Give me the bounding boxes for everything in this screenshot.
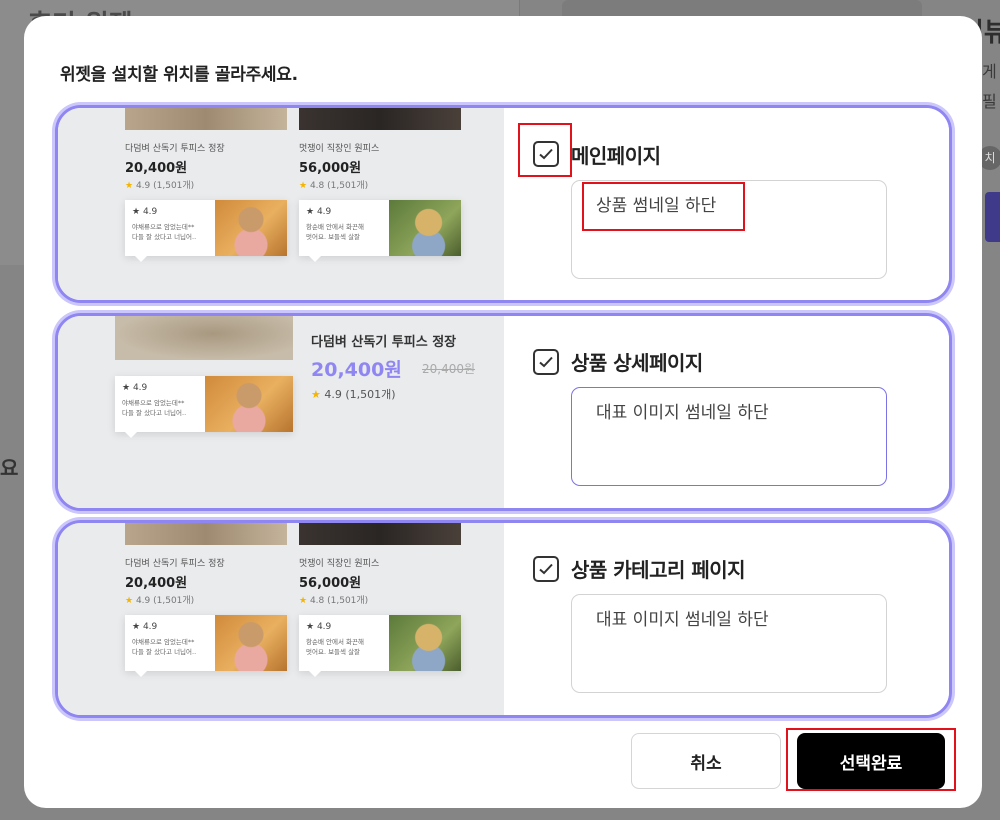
option-product-detail-page[interactable]: 다덤벼 산독기 투피스 정장 20,400원 20,400원 ★ 4.9 (1,… — [55, 313, 952, 511]
review-photo — [215, 615, 287, 671]
product-name: 다덤벼 산독기 투피스 정장 — [311, 335, 457, 350]
review-card: ★ 4.9 항순배 안에서 화끈해 멋어요. 보들섹 살잘 — [299, 615, 461, 677]
review-text-line: 다들 잘 샀다고 너닙어.. — [132, 233, 197, 241]
review-text-line: 야채류으로 암었는데** — [122, 399, 185, 407]
category-page-position-input[interactable]: 대표 이미지 썸네일 하단 — [571, 594, 887, 693]
review-photo — [215, 200, 287, 256]
review-text-line: 다들 잘 샀다고 너닙어.. — [122, 409, 187, 417]
category-page-label: 상품 카테고리 페이지 — [571, 558, 746, 582]
product-rating: ★ 4.9 (1,501개) — [125, 181, 195, 191]
review-score: ★ 4.9 — [132, 207, 158, 217]
review-score: ★ 4.9 — [122, 383, 148, 393]
product-rating: ★ 4.9 (1,501개) — [125, 596, 195, 606]
review-text-line: 야채류으로 암었는데** — [132, 638, 195, 646]
main-page-settings: 메인페이지 상품 썸네일 하단 — [504, 108, 949, 300]
detail-page-checkbox[interactable] — [533, 349, 559, 375]
review-card: ★ 4.9 야채류으로 암었는데** 다들 잘 샀다고 너닙어.. — [125, 615, 287, 677]
review-text-line: 멋어요. 보들섹 살잘 — [306, 648, 361, 656]
product-rating: ★ 4.9 (1,501개) — [311, 388, 396, 401]
review-card: ★ 4.9 야채류으로 암었는데** 다들 잘 샀다고 너닙어.. — [125, 200, 287, 262]
cancel-button[interactable]: 취소 — [631, 733, 781, 789]
main-page-label: 메인페이지 — [571, 144, 661, 168]
background-right-text-2: 필 — [982, 92, 997, 111]
product-image — [299, 523, 461, 545]
product-price: 20,400원 — [125, 161, 188, 176]
review-score: ★ 4.9 — [132, 622, 158, 632]
review-text-line: 항순배 안에서 화끈해 — [306, 638, 364, 646]
category-page-checkbox[interactable] — [533, 556, 559, 582]
category-page-preview: 다덤벼 산독기 투피스 정장 20,400원 ★ 4.9 (1,501개) 멋쟁… — [58, 523, 504, 715]
main-page-position-input[interactable]: 상품 썸네일 하단 — [571, 180, 887, 279]
check-icon — [539, 563, 553, 575]
option-main-page[interactable]: 다덤벼 산독기 투피스 정장 20,400원 ★ 4.9 (1,501개) 멋쟁… — [55, 105, 952, 303]
product-image — [115, 316, 293, 360]
product-rating: ★ 4.8 (1,501개) — [299, 181, 369, 191]
product-price: 56,000원 — [299, 161, 362, 176]
review-photo — [389, 200, 461, 256]
detail-page-settings: 상품 상세페이지 대표 이미지 썸네일 하단 — [504, 316, 949, 508]
review-photo — [389, 615, 461, 671]
background-left-text: 요 — [0, 456, 19, 480]
product-name: 멋쟁이 직장인 원피스 — [299, 559, 380, 569]
product-image — [299, 108, 461, 130]
product-rating: ★ 4.8 (1,501개) — [299, 596, 369, 606]
product-image — [125, 108, 287, 130]
review-card: ★ 4.9 야채류으로 암었는데** 다들 잘 샀다고 너닙어.. — [115, 376, 293, 438]
review-text-line: 멋어요. 보들섹 살잘 — [306, 233, 361, 241]
check-icon — [539, 356, 553, 368]
product-name: 멋쟁이 직장인 원피스 — [299, 144, 380, 154]
category-page-settings: 상품 카테고리 페이지 대표 이미지 썸네일 하단 — [504, 523, 949, 715]
detail-page-preview: 다덤벼 산독기 투피스 정장 20,400원 20,400원 ★ 4.9 (1,… — [58, 316, 504, 508]
confirm-button[interactable]: 선택완료 — [797, 733, 945, 789]
background-right-button — [985, 192, 1000, 242]
modal-title: 위젯을 설치할 위치를 골라주세요. — [60, 65, 298, 85]
product-original-price: 20,400원 — [422, 362, 476, 376]
main-page-preview: 다덤벼 산독기 투피스 정장 20,400원 ★ 4.9 (1,501개) 멋쟁… — [58, 108, 504, 300]
product-price: 20,400원 — [125, 576, 188, 591]
review-text-line: 항순배 안에서 화끈해 — [306, 223, 364, 231]
product-name: 다덤벼 산독기 투피스 정장 — [125, 144, 225, 154]
product-image — [125, 523, 287, 545]
review-card: ★ 4.9 항순배 안에서 화끈해 멋어요. 보들섹 살잘 — [299, 200, 461, 262]
detail-page-position-input[interactable]: 대표 이미지 썸네일 하단 — [571, 387, 887, 486]
background-right-text-1: 게 — [982, 62, 997, 81]
product-price: 20,400원 — [311, 359, 402, 381]
product-name: 다덤벼 산독기 투피스 정장 — [125, 559, 225, 569]
main-page-checkbox[interactable] — [533, 141, 559, 167]
review-text-line: 다들 잘 샀다고 너닙어.. — [132, 648, 197, 656]
review-score: ★ 4.9 — [306, 207, 332, 217]
widget-location-modal: 위젯을 설치할 위치를 골라주세요. 다덤벼 산독기 투피스 정장 20,400… — [24, 16, 982, 808]
product-price: 56,000원 — [299, 576, 362, 591]
review-photo — [205, 376, 293, 432]
check-icon — [539, 148, 553, 160]
review-score: ★ 4.9 — [306, 622, 332, 632]
option-category-page[interactable]: 다덤벼 산독기 투피스 정장 20,400원 ★ 4.9 (1,501개) 멋쟁… — [55, 520, 952, 718]
detail-page-label: 상품 상세페이지 — [571, 351, 703, 375]
review-text-line: 야채류으로 암었는데** — [132, 223, 195, 231]
